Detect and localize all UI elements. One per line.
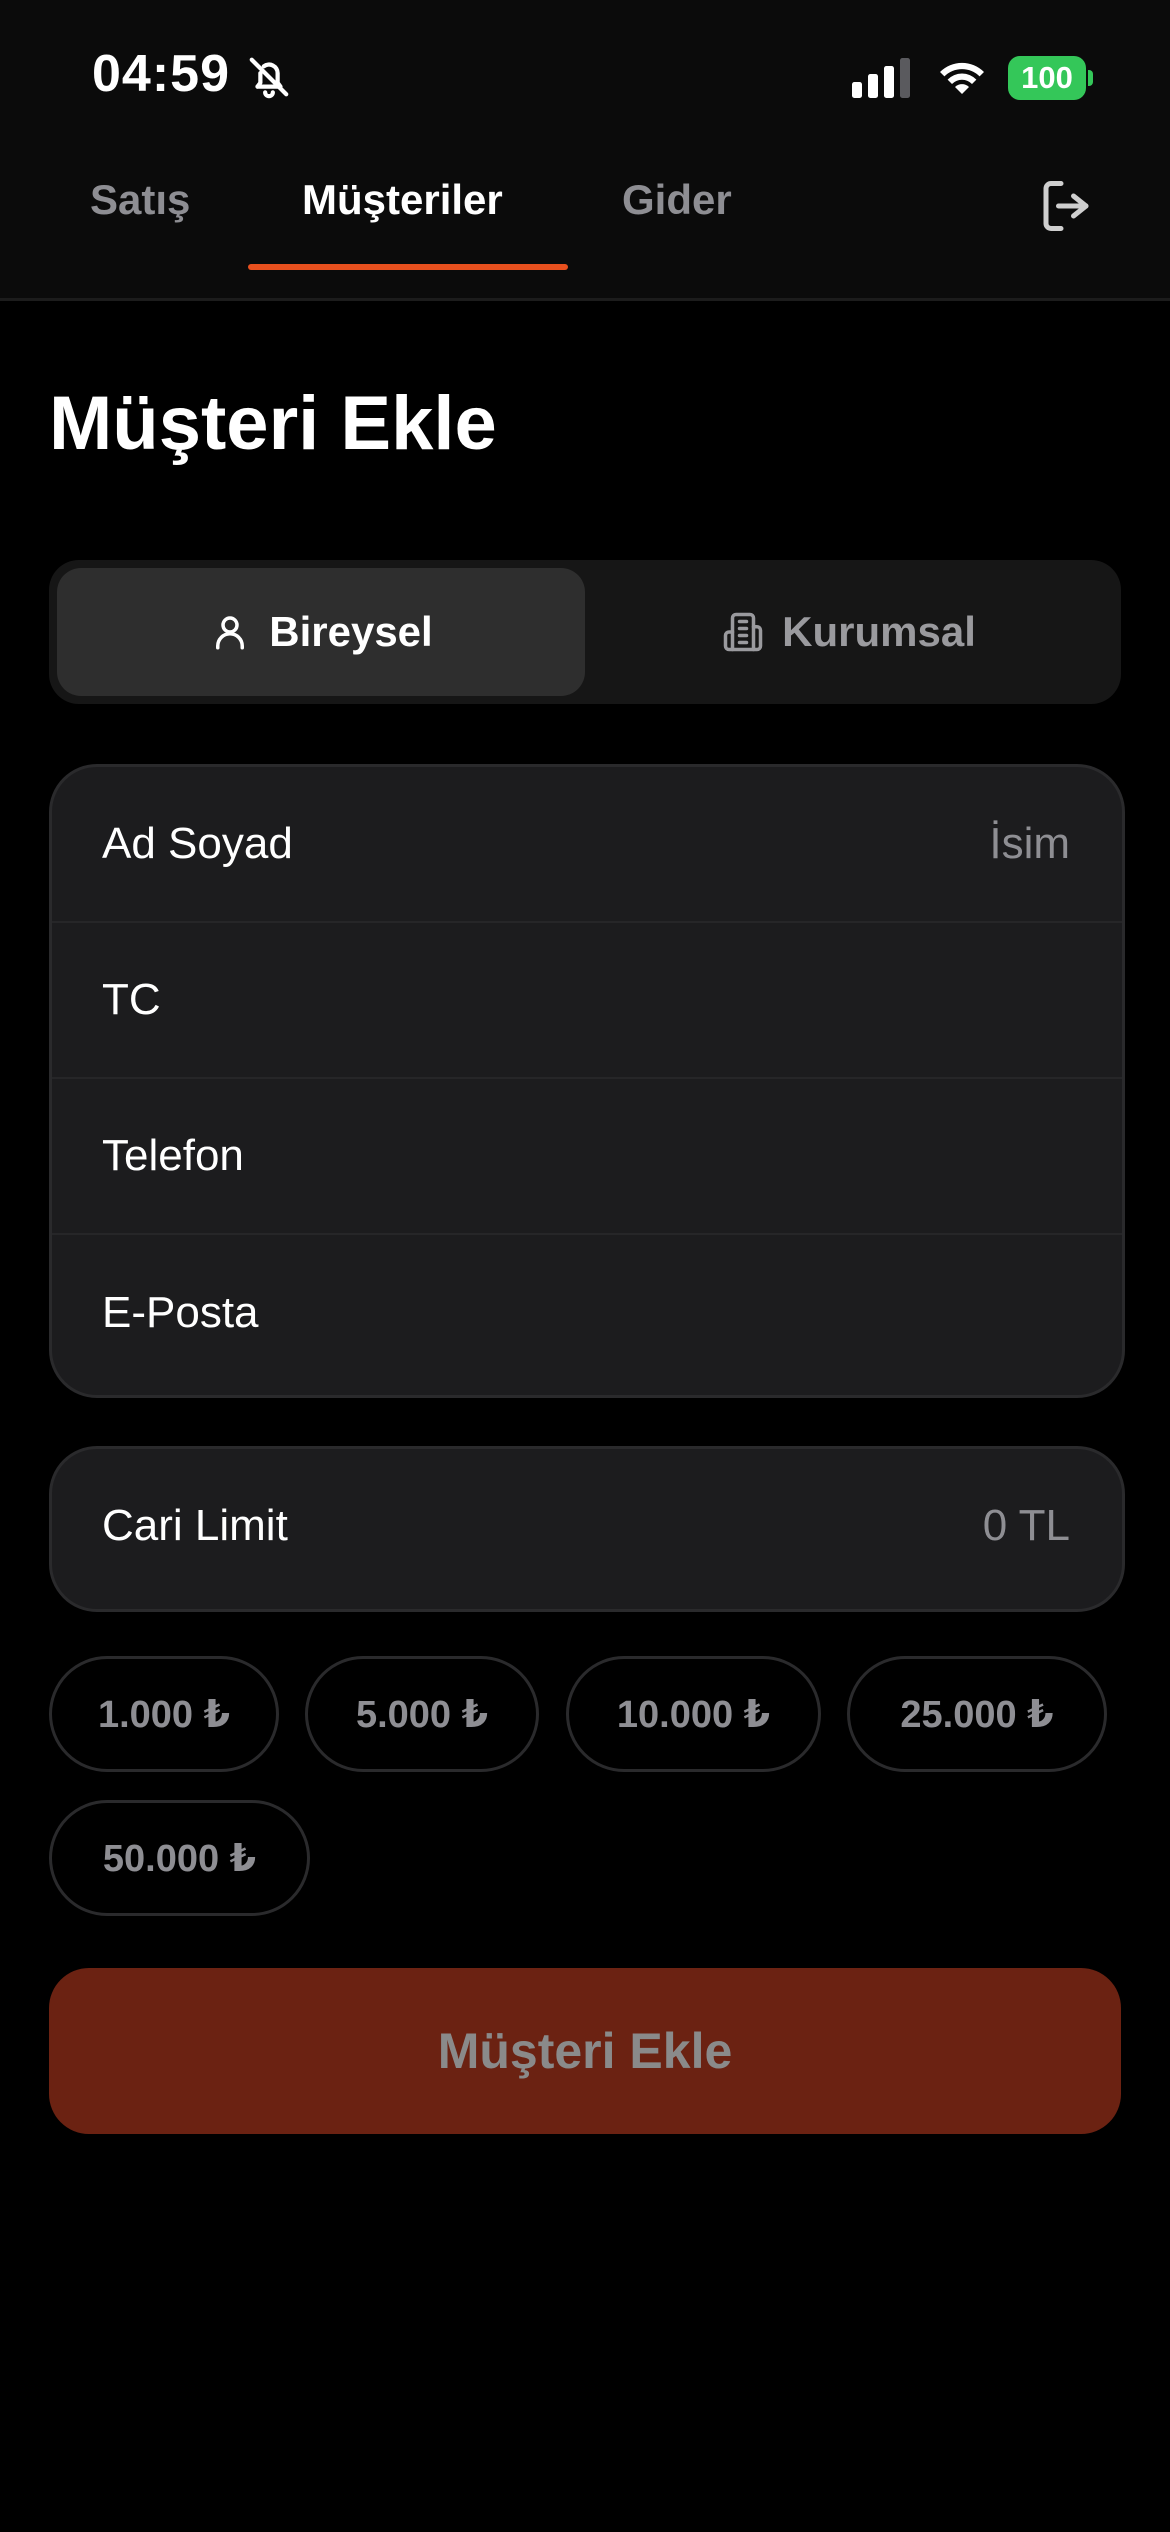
cari-limit-input[interactable] [311, 1500, 1072, 1552]
eposta-label: E-Posta [102, 1288, 259, 1337]
field-row-tc: TC [52, 923, 1122, 1079]
amount-chip-25000[interactable]: 25.000 ₺ [847, 1656, 1107, 1772]
amount-chip-5000[interactable]: 5.000 ₺ [305, 1656, 539, 1772]
segment-bireysel-label: Bireysel [269, 608, 433, 655]
ad-soyad-label: Ad Soyad [102, 819, 293, 868]
segment-kurumsal[interactable]: Kurumsal [585, 568, 1113, 696]
cari-limit-card: Cari Limit [49, 1446, 1125, 1612]
field-row-ad-soyad: Ad Soyad [52, 767, 1122, 923]
segment-kurumsal-label: Kurumsal [782, 608, 976, 655]
field-row-telefon: Telefon [52, 1079, 1122, 1235]
active-tab-indicator [248, 264, 568, 270]
field-row-cari-limit: Cari Limit [52, 1449, 1122, 1603]
cari-limit-label: Cari Limit [102, 1501, 288, 1550]
tab-gider[interactable]: Gider [622, 176, 732, 224]
customer-type-segment: Bireysel Kurumsal [49, 560, 1121, 704]
telefon-label: Telefon [102, 1131, 244, 1180]
logout-icon[interactable] [1036, 176, 1096, 236]
battery-cap [1088, 70, 1093, 86]
signal-icon [852, 58, 910, 98]
field-row-eposta: E-Posta [52, 1235, 1122, 1391]
tc-input[interactable] [184, 974, 1072, 1026]
building-icon [723, 612, 763, 652]
segment-bireysel[interactable]: Bireysel [57, 568, 585, 696]
page-title: Müşteri Ekle [49, 381, 497, 466]
wifi-icon [940, 62, 984, 94]
person-icon [216, 616, 245, 650]
customer-form-card: Ad Soyad TC Telefon E-Posta [49, 764, 1125, 1398]
tab-musteriler[interactable]: Müşteriler [302, 176, 503, 224]
amount-chip-1000[interactable]: 1.000 ₺ [49, 1656, 279, 1772]
amount-chip-10000[interactable]: 10.000 ₺ [566, 1656, 821, 1772]
eposta-input[interactable] [282, 1287, 1072, 1339]
battery-level: 100 [1021, 60, 1073, 95]
add-customer-button[interactable]: Müşteri Ekle [49, 1968, 1121, 2134]
bell-slash-icon [249, 57, 289, 99]
status-time: 04:59 [92, 45, 230, 103]
battery-icon: 100 [1008, 56, 1086, 100]
tab-satis[interactable]: Satış [90, 176, 190, 224]
top-header: 04:59 100 Satış Müşteriler Gider [0, 0, 1170, 301]
telefon-input[interactable] [267, 1130, 1072, 1182]
ad-soyad-input[interactable] [316, 818, 1072, 870]
tc-label: TC [102, 975, 161, 1024]
amount-chip-50000[interactable]: 50.000 ₺ [49, 1800, 310, 1916]
